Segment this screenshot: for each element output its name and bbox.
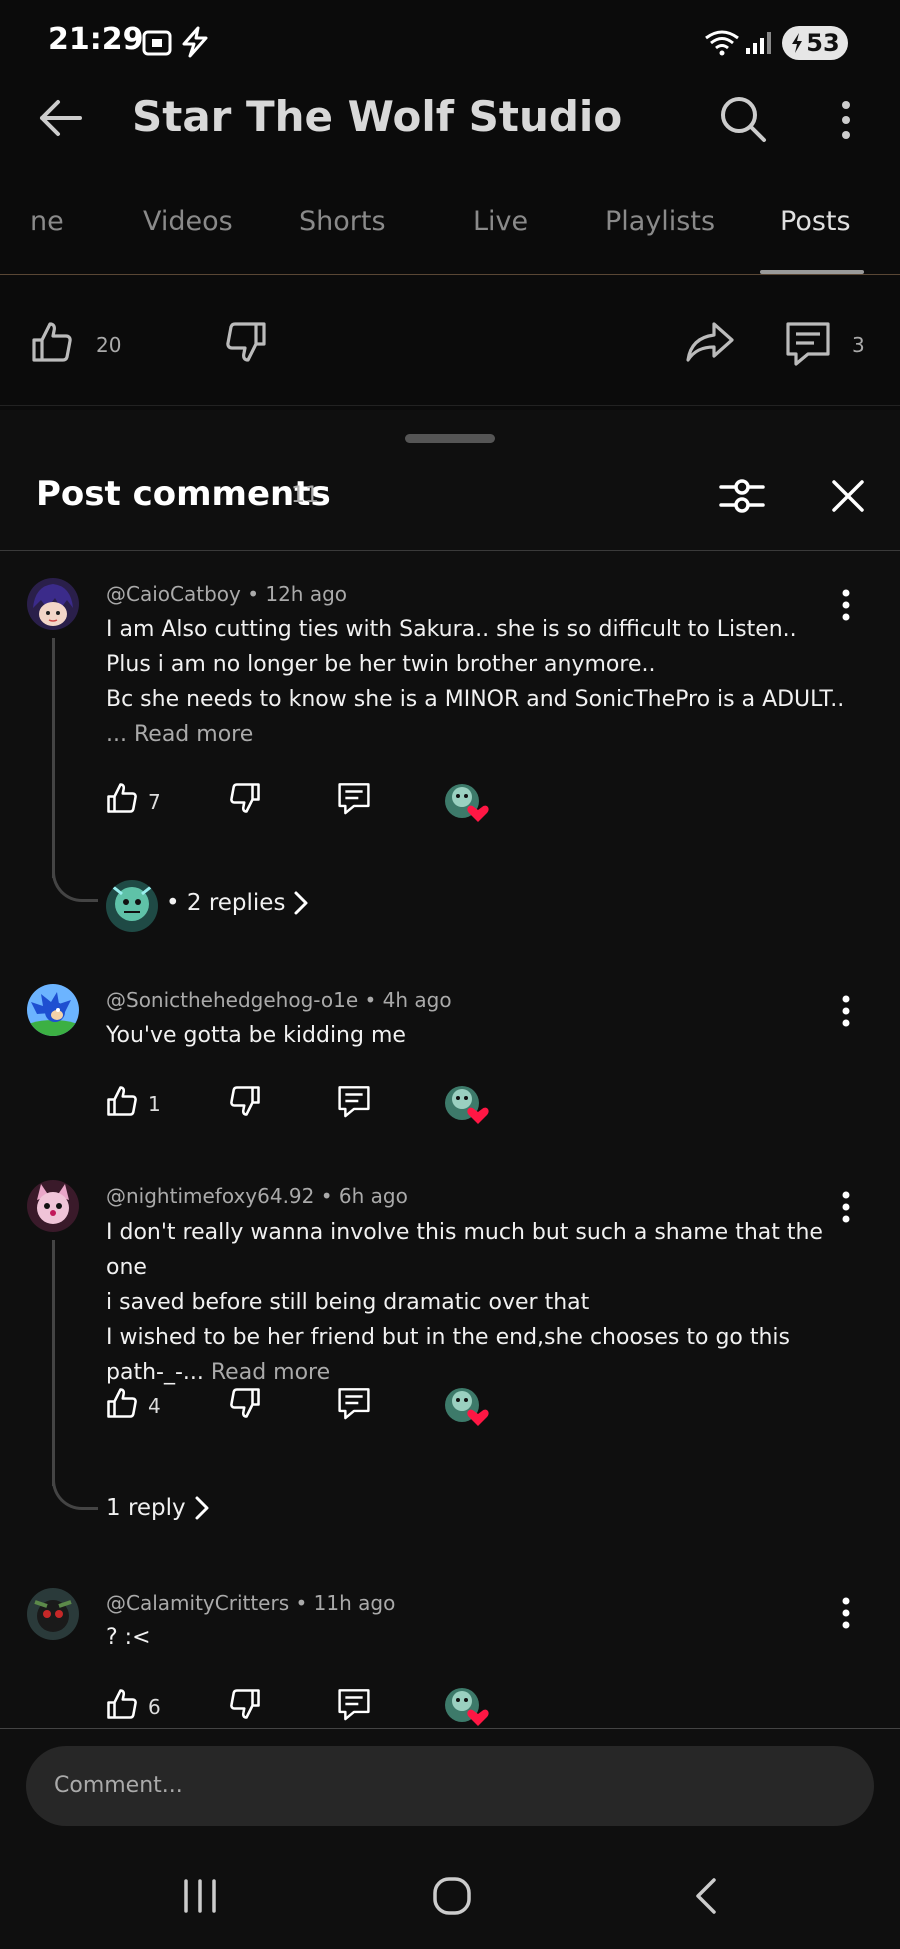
battery-indicator: 53 xyxy=(782,26,848,60)
comment-more-icon[interactable] xyxy=(836,588,856,622)
comment-meta[interactable]: @CalamityCritters • 11h ago xyxy=(106,1591,395,1615)
like-icon[interactable] xyxy=(104,1083,140,1119)
battery-level: 53 xyxy=(806,29,840,57)
like-icon[interactable] xyxy=(104,1686,140,1722)
comment-line: Plus i am no longer be her twin brother … xyxy=(106,652,656,677)
avatar[interactable] xyxy=(27,984,79,1036)
post-like-count: 20 xyxy=(96,333,122,357)
creator-heart-icon xyxy=(443,1084,491,1126)
comment-line: You've gotta be kidding me xyxy=(106,1023,406,1048)
sheet-divider xyxy=(0,550,900,551)
post-dislike-icon[interactable] xyxy=(222,318,270,366)
comment-text: I don't really wanna involve this much b… xyxy=(106,1215,856,1390)
comment-meta[interactable]: @CaioCatboy • 12h ago xyxy=(106,582,347,606)
screenshot-icon xyxy=(142,28,172,56)
comment-more-icon[interactable] xyxy=(836,1190,856,1224)
creator-heart-icon xyxy=(443,782,491,824)
comment-line: I am Also cutting ties with Sakura.. she… xyxy=(106,617,797,642)
search-icon[interactable] xyxy=(718,94,768,144)
tab-posts[interactable]: Posts xyxy=(780,206,851,237)
chevron-right-icon xyxy=(291,890,311,916)
like-count: 6 xyxy=(148,1695,161,1719)
comment-line: I wished to be her friend but in the end… xyxy=(106,1325,791,1350)
thread-line xyxy=(52,1240,55,1486)
post-comments-icon[interactable] xyxy=(782,318,834,368)
replies-label: 1 reply xyxy=(106,1495,186,1521)
tab-home[interactable]: ne xyxy=(30,206,64,237)
creator-heart-icon xyxy=(443,1686,491,1728)
reply-avatar xyxy=(106,880,158,932)
avatar[interactable] xyxy=(27,578,79,630)
comment-more-icon[interactable] xyxy=(836,1596,856,1630)
comment-more-icon[interactable] xyxy=(836,994,856,1028)
like-count: 7 xyxy=(148,790,161,814)
post-comment-count: 3 xyxy=(852,333,865,357)
ellipsis: ... xyxy=(106,722,127,747)
sheet-title: Post comments xyxy=(36,474,331,514)
channel-title: Star The Wolf Studio xyxy=(132,92,623,141)
back-arrow-icon[interactable] xyxy=(36,96,86,140)
sheet-comment-count: 11 xyxy=(291,483,319,508)
read-more-link[interactable]: Read more xyxy=(134,722,253,747)
input-divider xyxy=(0,1728,900,1729)
like-count: 1 xyxy=(148,1092,161,1116)
chevron-right-icon xyxy=(192,1495,212,1521)
reply-icon[interactable] xyxy=(335,1083,373,1119)
dislike-icon[interactable] xyxy=(227,1385,263,1421)
tab-live[interactable]: Live xyxy=(473,206,528,237)
read-more-link[interactable]: Read more xyxy=(211,1360,330,1385)
replies-link[interactable]: • 2 replies xyxy=(166,890,311,916)
close-icon[interactable] xyxy=(830,478,866,514)
tab-shorts[interactable]: Shorts xyxy=(299,206,386,237)
avatar[interactable] xyxy=(27,1588,79,1640)
comment-line: ... Read more xyxy=(106,717,846,752)
tab-videos[interactable]: Videos xyxy=(143,206,233,237)
dislike-icon[interactable] xyxy=(227,1083,263,1119)
more-options-icon[interactable] xyxy=(836,98,856,142)
like-icon[interactable] xyxy=(104,780,140,816)
comment-text: I am Also cutting ties with Sakura.. she… xyxy=(106,612,846,752)
dislike-icon[interactable] xyxy=(227,780,263,816)
home-icon[interactable] xyxy=(432,1876,472,1916)
avatar[interactable] xyxy=(27,1180,79,1232)
sheet-border xyxy=(0,405,900,406)
comment-line: I don't really wanna involve this much b… xyxy=(106,1220,823,1280)
filter-icon[interactable] xyxy=(718,472,766,520)
wifi-icon xyxy=(704,28,740,56)
tabs-divider xyxy=(0,274,900,275)
comment-line-end: path-_-... xyxy=(106,1360,204,1385)
signal-icon xyxy=(744,30,772,56)
creator-heart-icon xyxy=(443,1386,491,1428)
replies-link[interactable]: 1 reply xyxy=(106,1495,212,1521)
post-like-icon[interactable] xyxy=(28,318,76,366)
share-icon[interactable] xyxy=(684,318,736,366)
reply-icon[interactable] xyxy=(335,780,373,816)
comment-input-placeholder: Comment... xyxy=(54,1773,183,1798)
back-icon[interactable] xyxy=(690,1876,720,1916)
comment-line: ? :< xyxy=(106,1625,151,1650)
thread-line xyxy=(52,638,55,878)
comment-text: You've gotta be kidding me xyxy=(106,1018,846,1053)
reply-icon[interactable] xyxy=(335,1385,373,1421)
comment-meta[interactable]: @Sonicthehedgehog-o1e • 4h ago xyxy=(106,988,452,1012)
comment-line: path-_-... Read more xyxy=(106,1355,856,1390)
drag-handle[interactable] xyxy=(405,434,495,443)
flash-icon xyxy=(180,26,210,58)
like-count: 4 xyxy=(148,1394,161,1418)
status-time: 21:29 xyxy=(48,22,144,57)
recent-apps-icon[interactable] xyxy=(180,1878,220,1914)
dislike-icon[interactable] xyxy=(227,1686,263,1722)
battery-bolt-icon xyxy=(790,32,804,54)
comment-meta[interactable]: @nightimefoxy64.92 • 6h ago xyxy=(106,1184,408,1208)
tab-playlists[interactable]: Playlists xyxy=(605,206,715,237)
comment-line: Bc she needs to know she is a MINOR and … xyxy=(106,687,845,712)
reply-icon[interactable] xyxy=(335,1686,373,1722)
replies-label: • 2 replies xyxy=(166,890,286,916)
comment-text: ? :< xyxy=(106,1620,846,1655)
like-icon[interactable] xyxy=(104,1385,140,1421)
comment-line: i saved before still being dramatic over… xyxy=(106,1290,590,1315)
